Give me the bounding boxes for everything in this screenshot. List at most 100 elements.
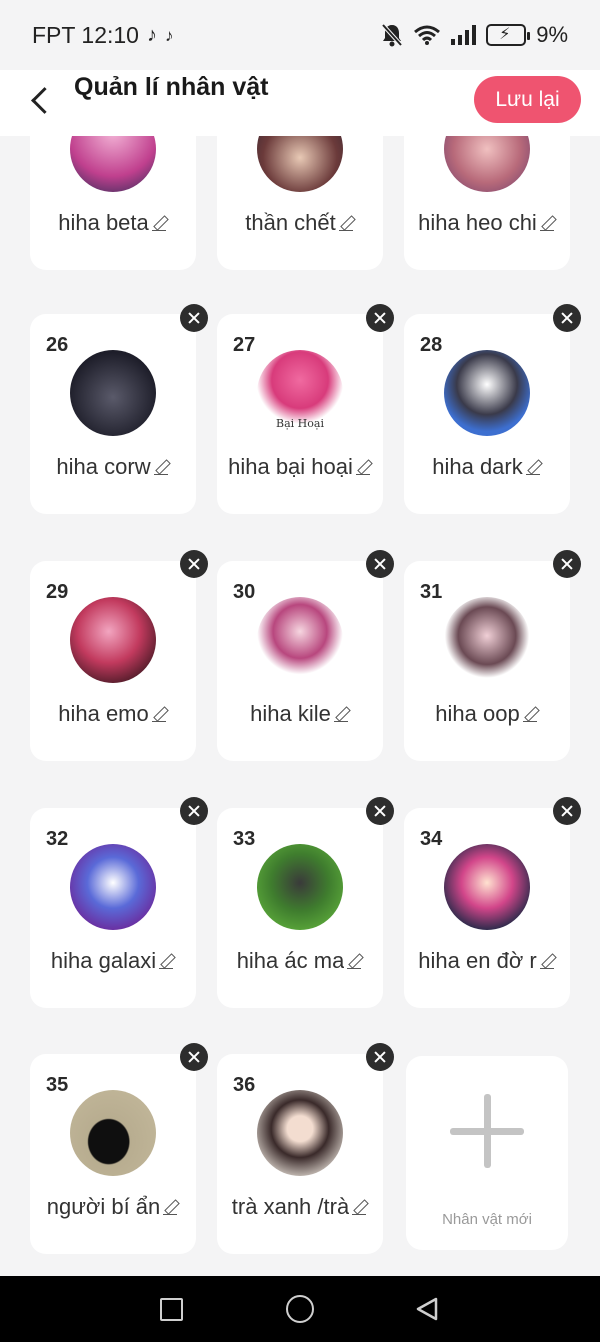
delete-x-icon[interactable] bbox=[553, 304, 581, 332]
character-avatar bbox=[257, 844, 343, 930]
status-right: 9% bbox=[381, 22, 568, 48]
character-number: 33 bbox=[233, 828, 256, 850]
character-name[interactable]: trà xanh /trà bbox=[227, 1194, 373, 1220]
character-card[interactable]: 26 hiha corw bbox=[30, 314, 196, 514]
character-number: 27 bbox=[233, 334, 256, 356]
character-avatar bbox=[257, 1090, 343, 1176]
home-circle-icon[interactable] bbox=[286, 1295, 314, 1323]
character-card[interactable]: 36 trà xanh /trà bbox=[217, 1054, 383, 1254]
character-avatar bbox=[257, 597, 343, 683]
signal-icon bbox=[451, 25, 477, 45]
delete-x-icon[interactable] bbox=[553, 550, 581, 578]
character-number: 28 bbox=[420, 334, 443, 356]
character-number: 30 bbox=[233, 581, 256, 603]
character-card[interactable]: 31 hiha oop bbox=[404, 561, 570, 761]
edit-pencil-icon[interactable] bbox=[163, 1199, 179, 1215]
status-left: FPT 12:10 ♪ ♪ bbox=[32, 22, 173, 49]
recent-apps-square-icon[interactable] bbox=[160, 1298, 183, 1321]
back-arrow-icon[interactable] bbox=[22, 82, 58, 118]
character-name[interactable]: hiha oop bbox=[414, 701, 560, 727]
character-avatar bbox=[70, 1090, 156, 1176]
character-number: 34 bbox=[420, 828, 443, 850]
character-name[interactable]: hiha corw bbox=[40, 454, 186, 480]
edit-pencil-icon[interactable] bbox=[355, 459, 372, 475]
character-number: 31 bbox=[420, 581, 443, 603]
character-card[interactable]: 33 hiha ác ma bbox=[217, 808, 383, 1008]
character-card[interactable]: 29 hiha emo bbox=[30, 561, 196, 761]
character-name[interactable]: hiha galaxi bbox=[40, 948, 186, 974]
back-triangle-icon[interactable] bbox=[414, 1296, 440, 1322]
character-grid: hiha beta thần chết hiha heo chi 26 hiha… bbox=[0, 136, 600, 1276]
edit-pencil-icon[interactable] bbox=[539, 953, 556, 969]
character-avatar bbox=[70, 350, 156, 436]
mute-bell-icon bbox=[381, 23, 403, 47]
character-card[interactable]: 32 hiha galaxi bbox=[30, 808, 196, 1008]
character-avatar bbox=[257, 136, 343, 192]
character-name[interactable]: hiha bại hoại bbox=[227, 454, 373, 480]
character-avatar bbox=[444, 844, 530, 930]
character-number: 29 bbox=[46, 581, 69, 603]
top-bar: Quản lí nhân vật Lưu lại bbox=[0, 70, 600, 136]
edit-pencil-icon[interactable] bbox=[338, 215, 355, 231]
edit-pencil-icon[interactable] bbox=[333, 706, 350, 722]
delete-x-icon[interactable] bbox=[366, 1043, 394, 1071]
save-button[interactable]: Lưu lại bbox=[474, 76, 581, 123]
system-nav-bar bbox=[0, 1276, 600, 1342]
character-avatar bbox=[70, 597, 156, 683]
tiktok-icon: ♪ bbox=[146, 24, 157, 46]
character-card[interactable]: 30 hiha kile bbox=[217, 561, 383, 761]
character-card[interactable]: 34 hiha en đờ r bbox=[404, 808, 570, 1008]
character-name[interactable]: người bí ẩn bbox=[40, 1194, 186, 1220]
character-avatar bbox=[70, 844, 156, 930]
character-name[interactable]: hiha kile bbox=[227, 701, 373, 727]
delete-x-icon[interactable] bbox=[553, 797, 581, 825]
character-name[interactable]: hiha heo chi bbox=[414, 210, 560, 236]
character-card[interactable]: hiha beta bbox=[30, 136, 196, 270]
battery-percent: 9% bbox=[536, 22, 568, 47]
new-character-label: Nhân vật mới bbox=[442, 1211, 532, 1228]
character-number: 32 bbox=[46, 828, 69, 850]
character-avatar bbox=[444, 350, 530, 436]
delete-x-icon[interactable] bbox=[180, 304, 208, 332]
avatar-caption: Bại Hoại bbox=[276, 417, 324, 430]
character-avatar bbox=[70, 136, 156, 192]
delete-x-icon[interactable] bbox=[366, 797, 394, 825]
character-name[interactable]: hiha emo bbox=[40, 701, 186, 727]
character-number: 36 bbox=[233, 1074, 256, 1096]
delete-x-icon[interactable] bbox=[180, 1043, 208, 1071]
carrier-time: FPT 12:10 bbox=[32, 22, 139, 48]
delete-x-icon[interactable] bbox=[366, 304, 394, 332]
edit-pencil-icon[interactable] bbox=[151, 706, 168, 722]
plus-icon bbox=[450, 1094, 524, 1168]
character-card[interactable]: 35 người bí ẩn bbox=[30, 1054, 196, 1254]
edit-pencil-icon[interactable] bbox=[153, 459, 170, 475]
character-avatar bbox=[444, 136, 530, 192]
new-character-button[interactable]: Nhân vật mới bbox=[406, 1056, 568, 1250]
character-card[interactable]: thần chết bbox=[217, 136, 383, 270]
character-avatar bbox=[444, 597, 530, 683]
edit-pencil-icon[interactable] bbox=[151, 215, 168, 231]
edit-pencil-icon[interactable] bbox=[352, 1199, 368, 1215]
status-bar: FPT 12:10 ♪ ♪ 9% bbox=[0, 0, 600, 70]
battery-charging-icon bbox=[486, 24, 531, 46]
character-name[interactable]: thần chết bbox=[227, 210, 373, 236]
character-avatar: Bại Hoại bbox=[257, 350, 343, 436]
edit-pencil-icon[interactable] bbox=[159, 953, 175, 969]
delete-x-icon[interactable] bbox=[180, 550, 208, 578]
character-card[interactable]: 27 Bại Hoại hiha bại hoại bbox=[217, 314, 383, 514]
edit-pencil-icon[interactable] bbox=[347, 953, 363, 969]
character-name[interactable]: hiha dark bbox=[414, 454, 560, 480]
edit-pencil-icon[interactable] bbox=[525, 459, 542, 475]
tiktok-icon: ♪ bbox=[164, 25, 174, 45]
delete-x-icon[interactable] bbox=[180, 797, 208, 825]
edit-pencil-icon[interactable] bbox=[539, 215, 556, 231]
page-title: Quản lí nhân vật bbox=[74, 73, 269, 101]
character-card[interactable]: 28 hiha dark bbox=[404, 314, 570, 514]
edit-pencil-icon[interactable] bbox=[522, 706, 539, 722]
character-name[interactable]: hiha en đờ r bbox=[414, 948, 560, 974]
delete-x-icon[interactable] bbox=[366, 550, 394, 578]
character-name[interactable]: hiha ác ma bbox=[227, 948, 373, 974]
character-number: 26 bbox=[46, 334, 69, 356]
character-name[interactable]: hiha beta bbox=[40, 210, 186, 236]
character-card[interactable]: hiha heo chi bbox=[404, 136, 570, 270]
